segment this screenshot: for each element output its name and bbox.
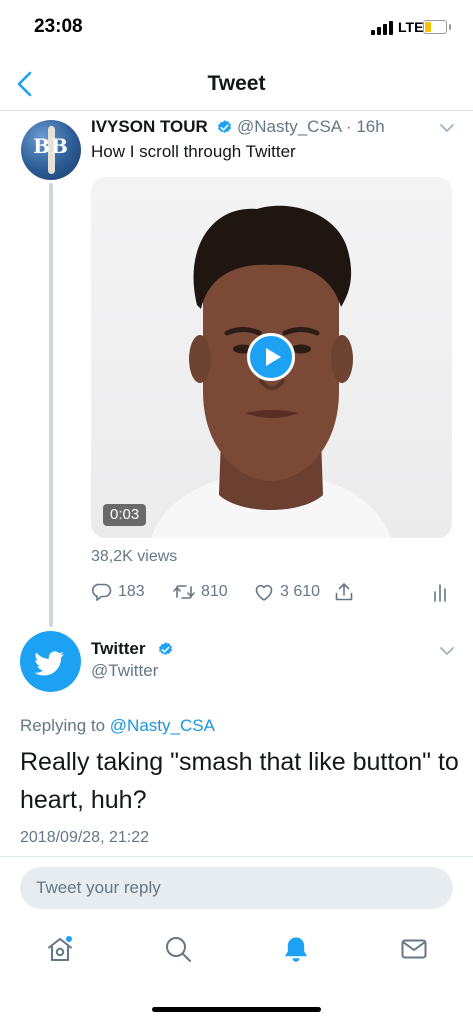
timestamp-divider [0,856,473,857]
thread-line [49,183,53,627]
retweet-action[interactable]: 810 [172,581,228,603]
play-icon [266,348,281,366]
like-action[interactable]: 3 610 [253,581,320,603]
tab-messages[interactable] [399,934,429,964]
avatar[interactable]: BB [21,120,81,180]
reply-author-name[interactable]: Twitter [91,639,145,659]
battery-icon [423,20,451,34]
notifications-icon [285,937,307,962]
analytics-action[interactable] [432,581,448,603]
heart-icon [255,584,273,601]
replying-prefix: Replying to [20,716,106,735]
tab-home[interactable] [45,934,75,964]
search-icon [166,937,191,962]
reply-input[interactable]: Tweet your reply [20,867,453,909]
meta-separator: · [345,117,352,136]
share-action[interactable] [333,581,355,603]
tweet-timestamp: 2018/09/28, 21:22 [20,829,150,846]
page-title: Tweet [207,72,266,95]
messages-icon [401,939,427,959]
video-duration: 0:03 [103,504,147,526]
reply-action[interactable]: 183 [91,581,145,603]
replying-to: Replying to @Nasty_CSA [20,716,215,736]
twitter-bird-icon [34,651,65,676]
author-handle-meta[interactable]: @Nasty_CSA · 16h [237,117,385,137]
author-name[interactable]: IVYSON TOUR [91,117,208,137]
like-count: 3 610 [280,583,321,600]
network-label: LTE [398,19,424,35]
reply-icon [91,583,112,601]
status-time: 23:08 [34,16,83,37]
play-button[interactable] [247,333,295,381]
twitter-avatar[interactable] [20,631,81,692]
retweet-icon [173,585,195,599]
chevron-down-icon[interactable] [439,123,455,133]
tab-notifications[interactable] [281,934,311,964]
reply-count: 183 [118,583,145,600]
signal-icon [371,21,395,35]
share-icon [335,583,353,601]
home-icon [48,936,72,961]
tab-search[interactable] [163,934,193,964]
avatar-logo-text: BB [33,134,69,158]
reply-tweet-text: Really taking "smash that like button" t… [20,748,459,814]
header-divider [0,110,473,111]
tweet-age: 16h [356,117,385,136]
mention-link[interactable]: @Nasty_CSA [110,716,215,735]
verified-badge-icon [217,120,232,133]
verified-badge-icon [158,642,173,655]
analytics-icon [434,584,446,602]
author-handle: @Nasty_CSA [237,117,342,136]
reply-author-handle[interactable]: @Twitter [91,661,158,681]
retweet-count: 810 [201,583,228,600]
chevron-down-icon[interactable] [439,646,455,656]
home-indicator[interactable] [152,1007,321,1012]
tweet-text: How I scroll through Twitter [91,142,296,161]
view-count: 38,2K views [91,548,178,565]
